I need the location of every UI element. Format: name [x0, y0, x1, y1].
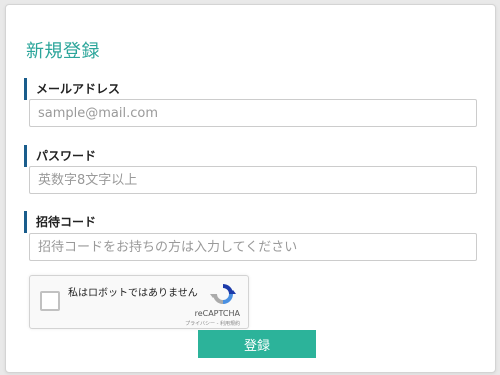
recaptcha-terms-link[interactable]: プライバシー - 利用規約 — [185, 320, 240, 327]
email-field[interactable] — [29, 99, 477, 127]
register-button[interactable]: 登録 — [198, 330, 316, 358]
page-title: 新規登録 — [26, 41, 100, 62]
password-field[interactable] — [29, 166, 477, 194]
invite-code-label: 招待コード — [24, 211, 96, 233]
recaptcha-brand: reCAPTCHA — [194, 309, 240, 318]
recaptcha-widget: 私はロボットではありません reCAPTCHA プライバシー - 利用規約 — [29, 275, 249, 329]
register-card: 新規登録 メールアドレス パスワード 招待コード 私はロボットではありません r… — [5, 4, 496, 373]
recaptcha-logo-icon — [210, 284, 236, 304]
recaptcha-label: 私はロボットではありません — [68, 288, 198, 299]
invite-code-field[interactable] — [29, 233, 477, 261]
password-label: パスワード — [24, 145, 96, 167]
email-label: メールアドレス — [24, 78, 120, 100]
recaptcha-checkbox[interactable] — [40, 291, 60, 311]
